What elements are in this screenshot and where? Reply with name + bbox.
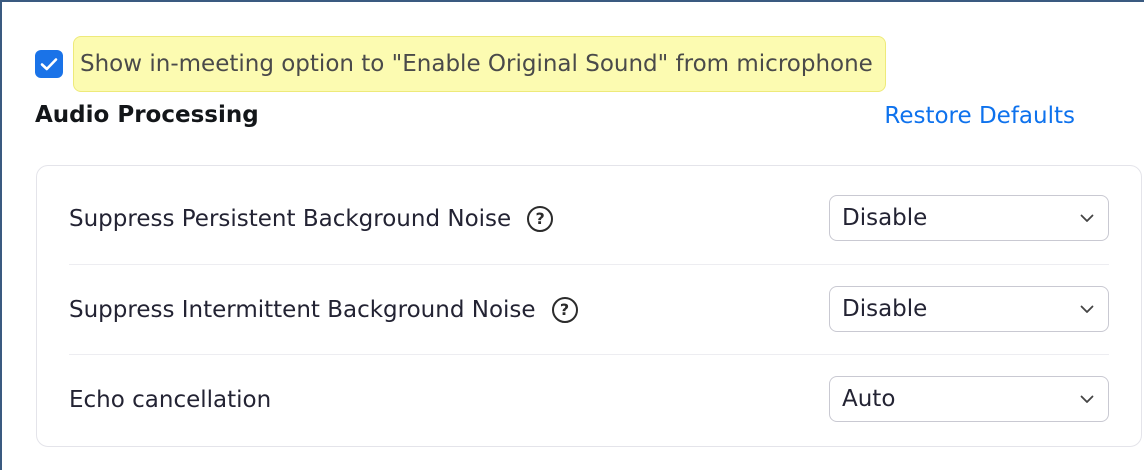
dropdown-value: Disable: [842, 205, 928, 231]
question-circle-icon[interactable]: ?: [527, 206, 554, 232]
chevron-down-icon: [1080, 305, 1094, 314]
persistent-noise-dropdown[interactable]: Disable: [829, 195, 1109, 241]
chevron-down-icon: [1080, 395, 1094, 404]
dropdown-value: Disable: [842, 296, 928, 322]
setting-label: Suppress Persistent Background Noise: [69, 206, 512, 232]
chevron-down-icon: [1080, 214, 1094, 223]
setting-row-persistent-noise: Suppress Persistent Background Noise ? D…: [69, 174, 1109, 264]
original-sound-checkbox[interactable]: [35, 50, 63, 78]
original-sound-label: Show in-meeting option to "Enable Origin…: [73, 36, 886, 92]
setting-row-intermittent-noise: Suppress Intermittent Background Noise ?…: [69, 264, 1109, 355]
setting-label: Suppress Intermittent Background Noise: [69, 297, 536, 323]
restore-defaults-link[interactable]: Restore Defaults: [884, 103, 1075, 129]
settings-panel: Show in-meeting option to "Enable Origin…: [0, 0, 1144, 470]
original-sound-option[interactable]: Show in-meeting option to "Enable Origin…: [35, 36, 886, 92]
setting-label: Echo cancellation: [69, 387, 272, 413]
question-circle-icon[interactable]: ?: [551, 297, 578, 323]
echo-cancellation-dropdown[interactable]: Auto: [829, 376, 1109, 422]
setting-row-echo-cancellation: Echo cancellation Auto: [69, 354, 1109, 445]
section-title: Audio Processing: [35, 102, 259, 128]
intermittent-noise-dropdown[interactable]: Disable: [829, 286, 1109, 332]
audio-processing-card: Suppress Persistent Background Noise ? D…: [36, 165, 1142, 447]
dropdown-value: Auto: [842, 386, 896, 412]
check-icon: [40, 58, 58, 71]
